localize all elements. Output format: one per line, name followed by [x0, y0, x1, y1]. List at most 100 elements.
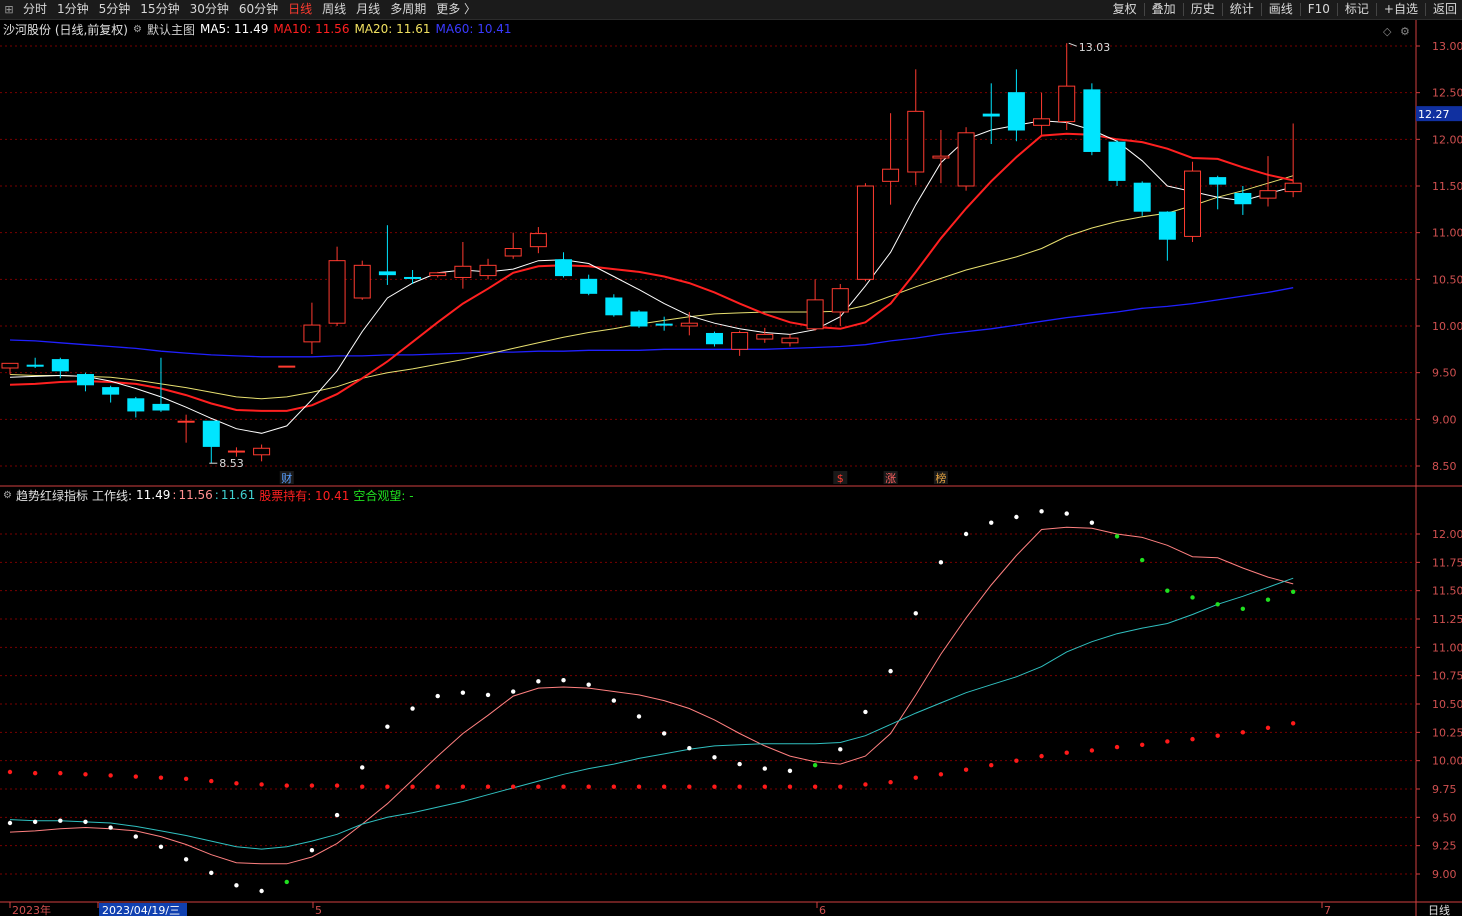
tool-button-7[interactable]: +自选: [1379, 0, 1423, 19]
candle: [479, 258, 497, 280]
candle: [555, 252, 573, 278]
trend-dot: [1265, 597, 1271, 602]
event-marker-box: [279, 471, 294, 484]
time-axis-label: 5: [315, 904, 322, 916]
hold-dot: [7, 769, 13, 775]
indicator-name[interactable]: 趋势红绿指标: [16, 487, 88, 504]
candle-body: [655, 323, 673, 326]
tool-button-4[interactable]: 画线: [1264, 0, 1298, 19]
trend-dot: [1215, 602, 1220, 607]
stock-title[interactable]: 沙河股份 (日线,前复权): [0, 21, 128, 38]
settings-icon[interactable]: ⚙: [133, 24, 142, 35]
tool-button-6[interactable]: 标记: [1340, 0, 1374, 19]
period-tab-10[interactable]: 更多 〉: [431, 0, 481, 19]
candle: [1108, 140, 1126, 186]
candle: [1058, 43, 1076, 130]
hold-dot: [435, 784, 440, 789]
high-price-label: 13.03: [1079, 41, 1111, 54]
event-marker: 涨: [885, 472, 896, 485]
hold-dot: [888, 780, 893, 785]
candle-body: [1108, 141, 1126, 181]
hold-dot: [838, 784, 843, 789]
ma60-legend: MA60: 10.41: [435, 22, 512, 36]
period-tab-4[interactable]: 30分钟: [185, 0, 234, 19]
ma5-legend: MA5: 11.49: [199, 22, 269, 36]
candle-body: [378, 271, 396, 276]
event-marker: $: [837, 472, 844, 485]
toolbar-separator: [1260, 3, 1262, 16]
main-tick-label: 11.50: [1432, 180, 1462, 193]
candle-body: [882, 168, 900, 182]
period-tab-8[interactable]: 月线: [351, 0, 385, 19]
candle: [127, 396, 145, 418]
hold-dot: [913, 775, 918, 780]
hold-dot: [1140, 742, 1145, 747]
main-tick-label: 10.00: [1432, 320, 1462, 333]
sub-tick-label: 9.75: [1432, 783, 1457, 796]
hold-dot: [309, 783, 315, 788]
tool-button-2[interactable]: 历史: [1186, 0, 1220, 19]
candle: [1133, 181, 1151, 216]
trend-dot: [511, 689, 516, 694]
candle-body: [1, 362, 19, 369]
period-tab-1[interactable]: 1分钟: [52, 0, 94, 19]
period-tab-2[interactable]: 5分钟: [94, 0, 136, 19]
collapse-icon[interactable]: ⊞: [0, 3, 18, 16]
candle-body: [957, 132, 975, 187]
candle-body: [328, 260, 346, 324]
tool-button-3[interactable]: 统计: [1225, 0, 1259, 19]
candle-body: [353, 264, 371, 299]
hold-dot: [812, 784, 818, 789]
sub-tick-label: 10.00: [1432, 755, 1462, 768]
view-name[interactable]: 默认主图: [147, 21, 195, 38]
candle-body: [932, 155, 950, 159]
period-tab-7[interactable]: 周线: [317, 0, 351, 19]
trend-dot: [108, 825, 113, 830]
period-tab-9[interactable]: 多周期: [385, 0, 431, 19]
hold-dot: [1089, 748, 1095, 753]
trend-dot: [863, 709, 868, 715]
candle: [454, 242, 472, 289]
time-axis-label: 2023年: [12, 903, 51, 916]
hold-dot: [1240, 730, 1246, 735]
main-tick-label: 12.50: [1432, 87, 1462, 100]
time-axis-label: 2023/04/19/三: [102, 904, 180, 916]
hold-dot: [234, 781, 239, 786]
event-marker-box: [833, 471, 848, 484]
toolbar-separator: [1375, 3, 1377, 16]
tool-button-8[interactable]: 返回: [1428, 0, 1462, 19]
candle-body: [1007, 92, 1025, 131]
candle: [102, 385, 120, 403]
period-tab-6[interactable]: 日线: [283, 0, 317, 19]
candle: [731, 330, 749, 356]
period-tab-5[interactable]: 60分钟: [234, 0, 283, 19]
candle: [404, 270, 422, 284]
tool-button-5[interactable]: F10: [1303, 0, 1335, 19]
candle: [253, 444, 271, 462]
hold-dot: [1064, 750, 1069, 755]
tool-button-0[interactable]: 复权: [1108, 0, 1142, 19]
candle-body: [51, 359, 69, 372]
hold-dot: [1114, 744, 1120, 750]
main-tick-label: 9.00: [1432, 413, 1457, 426]
chart-tools: 复权 叠加 历史 统计 画线 F10 标记 +自选 返回: [1108, 0, 1462, 19]
main-tick-label: 9.50: [1432, 367, 1457, 380]
candle: [680, 312, 698, 336]
toolbar-separator: [1299, 3, 1301, 16]
hold-dot: [737, 784, 742, 789]
candle: [856, 183, 874, 282]
hold-dot: [636, 784, 642, 789]
period-tab-3[interactable]: 15分钟: [135, 0, 184, 19]
hold-dot: [989, 763, 994, 768]
trend-dot: [661, 731, 667, 736]
candle-body: [580, 278, 598, 294]
candle-body: [529, 233, 547, 248]
candle: [51, 357, 69, 379]
candle-body: [1083, 89, 1101, 152]
gear-icon: ⚙: [1400, 25, 1410, 38]
indicator-settings-icon[interactable]: ⚙: [0, 490, 12, 501]
trend-dot: [712, 755, 717, 760]
period-tab-0[interactable]: 分时: [18, 0, 52, 19]
tool-button-1[interactable]: 叠加: [1147, 0, 1181, 19]
indicator-header: ⚙ 趋势红绿指标 工作线: 11.49 : 11.56 : 11.61 股票持有…: [0, 487, 418, 503]
